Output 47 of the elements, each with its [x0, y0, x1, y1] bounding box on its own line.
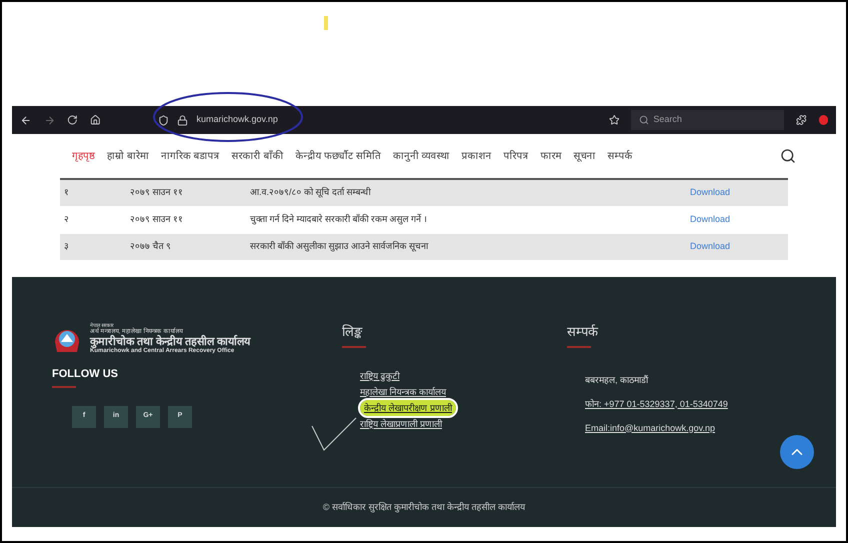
reload-icon[interactable] — [67, 114, 78, 126]
search-field[interactable]: Search — [631, 110, 784, 130]
table-cell-text: चुक्ता गर्न दिने म्यादबारे सरकारी बाँकी रकम असुल गर्ने । — [250, 213, 428, 226]
table-cell-text: २०७७ चैत ९ — [130, 240, 172, 254]
nav-item[interactable]: नागरिक बडापत्र — [160, 148, 220, 164]
highlighter-mark — [324, 16, 328, 30]
shield-icon — [158, 114, 170, 126]
footer-link[interactable]: राष्ट्रिय लेखाप्रणाली प्रणाली — [360, 416, 442, 432]
download-link[interactable]: Download — [690, 213, 730, 227]
bookmark-star-icon[interactable] — [608, 114, 620, 126]
nav-item[interactable]: परिपत्र — [504, 148, 529, 164]
nav-item[interactable]: फारम — [540, 148, 562, 164]
contact-title: सम्पर्क — [567, 323, 600, 341]
address-text: बबरमहल, काठमाडौं — [585, 374, 650, 386]
office-name: कुमारीचोक तथा केन्द्रीय तहसील कार्यालय — [90, 336, 250, 348]
table-cell-text: २०७९ साउन ११ — [130, 186, 184, 200]
email-link[interactable]: Email:info@kumarichowk.gov.np — [585, 416, 796, 440]
table-cell-text: १ — [63, 186, 70, 200]
nav-item[interactable]: सरकारी बाँकी — [232, 148, 284, 164]
footer-link[interactable]: राष्ट्रिय ढुकुटी — [360, 368, 400, 384]
search-icon[interactable] — [780, 148, 796, 164]
footer-link[interactable]: केन्द्रीय लेखापरीक्षण प्रणाली — [360, 400, 456, 416]
nav-item[interactable]: हाम्रो बारेमा — [107, 148, 149, 164]
nav-item[interactable]: गृहपृष्ठ — [72, 148, 95, 164]
table-cell-text: सरकारी बाँकी असुलीका सुझाउ आउने सार्वजनिक सूचना — [250, 240, 430, 254]
search-icon — [639, 115, 650, 125]
links-title: लिङ्क — [342, 323, 364, 341]
follow-title: FOLLOW US — [52, 367, 119, 382]
phone-link[interactable]: फोन: +977 01-5329337, 01-5340749 — [585, 392, 796, 416]
nav-item[interactable]: सम्पर्क — [608, 148, 633, 164]
table-cell-text: ३ — [63, 240, 70, 254]
table-cell-text: २०७९ साउन ११ — [130, 213, 184, 226]
lock-icon — [177, 114, 188, 126]
nav-item[interactable]: कानुनी व्यवस्था — [392, 148, 450, 164]
nav-item[interactable]: प्रकाशन — [462, 148, 492, 164]
scroll-top-button[interactable] — [780, 435, 814, 469]
address-field[interactable]: kumarichowk.gov.np — [196, 113, 278, 127]
footer-link[interactable]: महालेखा नियन्त्रक कार्यालय — [360, 384, 446, 400]
back-icon[interactable] — [20, 114, 32, 126]
nav-item[interactable]: सूचना — [574, 148, 596, 164]
check-mark-annotation — [310, 416, 358, 452]
home-icon[interactable] — [90, 114, 100, 126]
table-cell-text: २ — [63, 213, 70, 226]
forward-icon[interactable] — [44, 114, 56, 126]
table-cell-text: आ.व.२०७९/८० को सूचि दर्ता सम्बन्धी — [250, 186, 372, 200]
nav-item[interactable]: केन्द्रीय फर्छ्यौट समिति — [295, 148, 381, 164]
copyright-text: © सर्वाधिकार सुरक्षित कुमारीचोक तथा केन्द्रीय तहसील कार्यालय — [322, 500, 526, 514]
